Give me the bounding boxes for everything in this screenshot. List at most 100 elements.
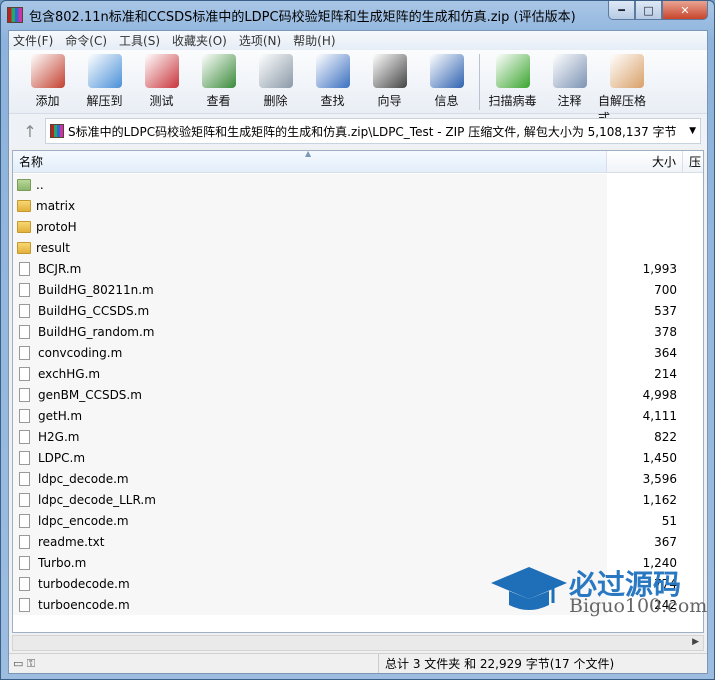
toolbar-button[interactable]: 查找 [304, 54, 361, 109]
toolbar-label: 信息 [434, 94, 459, 108]
file-row[interactable]: BuildHG_CCSDS.m 537 [13, 300, 703, 321]
file-size: 1,162 [642, 492, 677, 507]
winrar-window: 包含802.11n标准和CCSDS标准中的LDPC码校验矩阵和生成矩阵的生成和仿… [0, 0, 715, 680]
file-size: 242 [654, 597, 677, 612]
file-row[interactable]: ldpc_encode.m 51 [13, 510, 703, 531]
menu-item[interactable]: 选项(N) [239, 32, 281, 49]
toolbar-label: 扫描病毒 [488, 94, 537, 108]
file-name: protoH [36, 219, 77, 234]
file-row[interactable]: ldpc_decode_LLR.m 1,162 [13, 489, 703, 510]
toolbar-button[interactable]: 扫描病毒 [484, 54, 541, 109]
file-row[interactable]: readme.txt 367 [13, 531, 703, 552]
toolbar-label: 查看 [206, 94, 231, 108]
file-name: genBM_CCSDS.m [38, 387, 142, 402]
toolbar-label: 添加 [35, 94, 60, 108]
file-row[interactable]: turbodecode.m 774 [13, 573, 703, 594]
folder-icon [17, 178, 31, 191]
horizontal-scrollbar[interactable]: ▶ [12, 635, 704, 651]
toolbar-button[interactable]: 自解压格式 [598, 54, 655, 126]
file-size: 4,111 [642, 408, 677, 423]
toolbar-button[interactable]: 测试 [133, 54, 190, 109]
file-row[interactable]: ldpc_decode.m 3,596 [13, 468, 703, 489]
file-icon [19, 303, 30, 318]
chevron-down-icon[interactable]: ▼ [689, 126, 696, 136]
file-row[interactable]: BCJR.m 1,993 [13, 258, 703, 279]
column-header-size[interactable]: 大小 [607, 151, 683, 172]
toolbar-button[interactable]: 信息 [418, 54, 475, 109]
file-icon [19, 261, 30, 276]
file-name: ldpc_encode.m [38, 513, 129, 528]
file-name: Turbo.m [38, 555, 87, 570]
file-icon [19, 366, 30, 381]
file-icon [19, 282, 30, 297]
file-name: turbodecode.m [38, 576, 130, 591]
scroll-right-icon[interactable]: ▶ [692, 637, 699, 647]
sort-arrow-icon: ▲ [305, 150, 312, 158]
file-row[interactable]: .. [13, 174, 703, 195]
file-icon [19, 387, 30, 402]
status-summary: 总计 3 文件夹 和 22,929 字节(17 个文件) [385, 657, 615, 671]
file-row[interactable]: Turbo.m 1,240 [13, 552, 703, 573]
toolbar-label: 测试 [149, 94, 174, 108]
toolbar-button[interactable]: 添加 [19, 54, 76, 109]
file-size: 1,450 [642, 450, 677, 465]
menu-item[interactable]: 帮助(H) [293, 32, 335, 49]
file-row[interactable]: convcoding.m 364 [13, 342, 703, 363]
file-row[interactable]: H2G.m 822 [13, 426, 703, 447]
status-bar: ▭ ⚿ 总计 3 文件夹 和 22,929 字节(17 个文件) [9, 653, 707, 673]
toolbar-label: 注释 [557, 94, 582, 108]
folder-icon [17, 220, 31, 233]
toolbar-label: 解压到 [86, 94, 123, 108]
file-row[interactable]: result [13, 237, 703, 258]
file-name: BuildHG_random.m [38, 324, 155, 339]
file-name: convcoding.m [38, 345, 123, 360]
toolbar-button[interactable]: 删除 [247, 54, 304, 109]
file-row[interactable]: getH.m 4,111 [13, 405, 703, 426]
file-row[interactable]: matrix [13, 195, 703, 216]
toolbar-icon [30, 54, 65, 88]
minimize-button[interactable]: ━ [608, 1, 635, 20]
window-title: 包含802.11n标准和CCSDS标准中的LDPC码校验矩阵和生成矩阵的生成和仿… [29, 9, 576, 25]
file-size: 537 [654, 303, 677, 318]
maximize-button[interactable]: □ [635, 1, 662, 20]
file-icon [19, 534, 30, 549]
file-row[interactable]: protoH [13, 216, 703, 237]
file-name: getH.m [38, 408, 83, 423]
toolbar-icon [372, 54, 407, 88]
file-size: 774 [654, 576, 677, 591]
file-name: LDPC.m [38, 450, 86, 465]
up-arrow-icon[interactable]: ↑ [15, 122, 45, 141]
file-list: ▲ 名称 大小 压 .. matrix protoH result BCJR.m 1,99… [12, 150, 704, 633]
address-bar: ↑ S标准中的LDPC码校验矩阵和生成矩阵的生成和仿真.zip\LDPC_Tes… [9, 114, 707, 148]
file-row[interactable]: BuildHG_random.m 378 [13, 321, 703, 342]
archive-icon [50, 124, 64, 138]
file-row[interactable]: genBM_CCSDS.m 4,998 [13, 384, 703, 405]
file-row[interactable]: LDPC.m 1,450 [13, 447, 703, 468]
menu-item[interactable]: 工具(S) [119, 32, 160, 49]
file-name: .. [36, 177, 44, 192]
file-name: H2G.m [38, 429, 80, 444]
toolbar-icon [609, 54, 644, 88]
file-name: matrix [36, 198, 76, 213]
toolbar-button[interactable]: 注释 [541, 54, 598, 109]
file-row[interactable]: BuildHG_80211n.m 700 [13, 279, 703, 300]
file-row[interactable]: exchHG.m 214 [13, 363, 703, 384]
file-name: BuildHG_CCSDS.m [38, 303, 150, 318]
toolbar-icon [495, 54, 530, 88]
file-icon [19, 429, 30, 444]
close-button[interactable]: ✕ [662, 1, 708, 20]
file-row[interactable]: turboencode.m 242 [13, 594, 703, 615]
address-field[interactable]: S标准中的LDPC码校验矩阵和生成矩阵的生成和仿真.zip\LDPC_Test … [45, 118, 701, 144]
file-icon [19, 555, 30, 570]
toolbar-button[interactable]: 查看 [190, 54, 247, 109]
file-icon [19, 345, 30, 360]
menu-item[interactable]: 收藏夹(O) [172, 32, 227, 49]
menu-item[interactable]: 命令(C) [65, 32, 107, 49]
column-header-packed[interactable]: 压 [683, 151, 701, 172]
menu-item[interactable]: 文件(F) [13, 32, 53, 49]
drive-key-icon[interactable]: ▭ ⚿ [9, 654, 379, 673]
toolbar-label: 查找 [320, 94, 345, 108]
toolbar-button[interactable]: 解压到 [76, 54, 133, 109]
toolbar-button[interactable]: 向导 [361, 54, 418, 109]
toolbar-separator [479, 54, 480, 110]
